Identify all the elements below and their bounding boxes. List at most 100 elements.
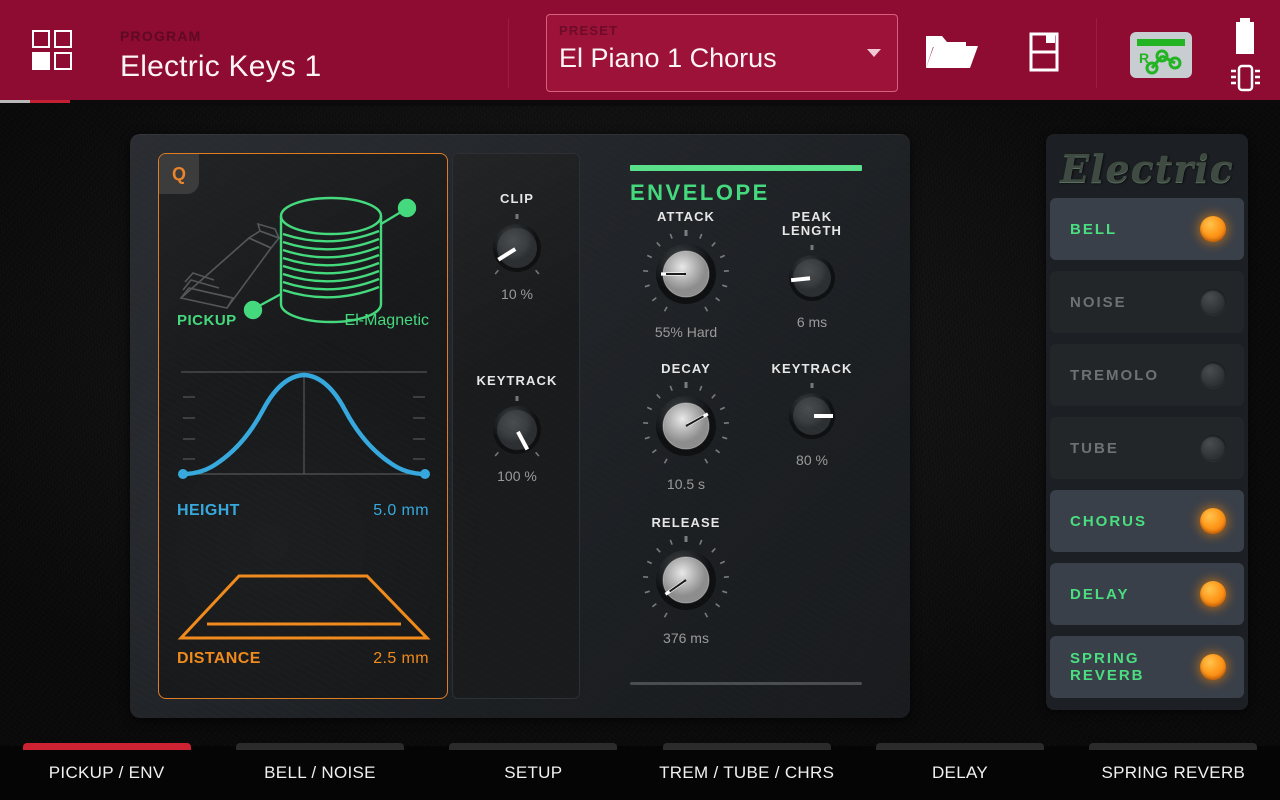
coil-pickup-icon: [243, 196, 417, 324]
floppy-disk-icon[interactable]: [1012, 28, 1074, 76]
sidebar-item-tremolo[interactable]: TREMOLO: [1050, 344, 1244, 406]
preset-selector[interactable]: PRESET El Piano 1 Chorus: [546, 14, 898, 92]
plugin-window: PROGRAM Electric Keys 1 PRESET El Piano …: [0, 0, 1280, 800]
clip-knob[interactable]: [453, 212, 581, 284]
tab-delay[interactable]: DELAY: [853, 743, 1066, 800]
decay-keytrack-knob-value: 80 %: [796, 452, 828, 468]
module-label: CHORUS: [1070, 512, 1148, 530]
pickup-value: El-Magnetic: [344, 312, 429, 329]
tab-label: TREM / TUBE / CHRS: [659, 763, 835, 782]
grid-cell: [32, 30, 50, 48]
attack-knob-label: ATTACK: [656, 209, 716, 224]
height-label: HEIGHT: [177, 502, 240, 519]
clip-knob-unit[interactable]: CLIP 10 %: [453, 192, 581, 302]
decay-keytrack-knob[interactable]: [762, 382, 862, 450]
tab-indicator: [22, 743, 191, 750]
app-header: PROGRAM Electric Keys 1 PRESET El Piano …: [0, 0, 1280, 106]
distance-shape-chart[interactable]: [177, 554, 431, 654]
sidebar-item-noise[interactable]: NOISE: [1050, 271, 1244, 333]
tab-indicator: [235, 743, 404, 750]
tab-label: SPRING REVERB: [1101, 763, 1246, 782]
decay-keytrack-knob-unit[interactable]: KEYTRACK 80 %: [762, 361, 862, 469]
grid-cell: [32, 52, 50, 70]
decay-knob-value: 10.5 s: [666, 476, 706, 492]
distance-label: DISTANCE: [177, 650, 261, 667]
bottom-tabbar: PICKUP / ENV BELL / NOISE SETUP TREM / TUBE…: [0, 743, 1280, 800]
tab-spring-reverb[interactable]: SPRING REVERB: [1067, 743, 1280, 800]
module-led-indicator[interactable]: [1200, 362, 1226, 388]
quality-badge[interactable]: Q: [159, 154, 199, 194]
height-response-chart[interactable]: [177, 366, 431, 486]
header-divider: [508, 18, 509, 88]
height-value-row: HEIGHT 5.0 mm: [159, 502, 447, 520]
decay-knob-unit[interactable]: DECAY 10.5 s: [630, 362, 742, 492]
envelope-title: ENVELOPE: [630, 180, 770, 205]
distance-value-row: DISTANCE 2.5 mm: [159, 650, 447, 668]
attack-knob-unit[interactable]: ATTACK 55% Hard: [630, 210, 742, 340]
preset-value: El Piano 1 Chorus: [559, 43, 777, 73]
tab-indicator: [449, 743, 618, 750]
attack-knob[interactable]: [630, 226, 742, 322]
routing-graph-icon[interactable]: R: [1128, 30, 1194, 80]
height-curve-svg: [178, 371, 430, 479]
module-led-indicator[interactable]: [1200, 435, 1226, 461]
brand-logo: Electric: [1060, 145, 1234, 191]
pickup-illustration: [159, 176, 447, 326]
main-panel: Q PICKUP El-Magnetic HEIGHT 5.0 mm DISTA…: [130, 134, 910, 718]
tab-pickup-env[interactable]: PICKUP / ENV: [0, 743, 213, 800]
envelope-divider: [630, 682, 862, 685]
preset-label: PRESET: [559, 23, 619, 38]
tab-label: DELAY: [931, 763, 988, 782]
module-label: TUBE: [1070, 439, 1119, 457]
sidebar-item-delay[interactable]: DELAY: [1050, 563, 1244, 625]
module-led-indicator[interactable]: [1200, 216, 1226, 242]
tab-label: SETUP: [504, 763, 563, 782]
battery-icon[interactable]: [1232, 16, 1258, 60]
sidebar-item-bell[interactable]: BELL: [1050, 198, 1244, 260]
sidebar-item-chorus[interactable]: CHORUS: [1050, 490, 1244, 552]
grid-cell: [54, 30, 72, 48]
tab-indicator: [875, 743, 1044, 750]
module-label: DELAY: [1070, 585, 1130, 603]
grid-menu-icon[interactable]: [32, 30, 72, 70]
decay-knob[interactable]: [630, 378, 742, 474]
pickup-keytrack-knob[interactable]: [453, 394, 581, 466]
module-led-indicator[interactable]: [1200, 654, 1226, 680]
tab-indicator: [662, 743, 831, 750]
tab-label: PICKUP / ENV: [48, 763, 165, 782]
tab-bell-noise[interactable]: BELL / NOISE: [213, 743, 426, 800]
sidebar-item-spring[interactable]: SPRING REVERB: [1050, 636, 1244, 698]
tab-setup[interactable]: SETUP: [427, 743, 640, 800]
sidebar-item-tube[interactable]: TUBE: [1050, 417, 1244, 479]
header-divider-2: [1096, 18, 1097, 88]
keytrack-knob-unit[interactable]: KEYTRACK 100 %: [453, 374, 581, 485]
height-value: 5.0 mm: [373, 502, 429, 519]
clip-knob-value: 10 %: [501, 286, 533, 302]
distance-value: 2.5 mm: [373, 650, 429, 667]
tab-trem-tube-chrs[interactable]: TREM / TUBE / CHRS: [640, 743, 853, 800]
attack-knob-value: 55% Hard: [654, 324, 718, 340]
module-led-indicator[interactable]: [1200, 508, 1226, 534]
peak-length-knob-label-2: LENGTH: [781, 223, 843, 238]
release-knob-unit[interactable]: RELEASE 376 ms: [630, 516, 742, 646]
module-label: BELL: [1070, 220, 1118, 238]
underline-segment-gray: [0, 100, 30, 103]
tine-bar-icon: [179, 222, 281, 309]
module-led-indicator[interactable]: [1200, 289, 1226, 315]
peak-length-knob-unit[interactable]: PEAK LENGTH 6 ms: [762, 210, 862, 331]
keytrack-knob-value: 100 %: [497, 468, 537, 484]
clip-knob-label: CLIP: [499, 191, 534, 206]
pickup-label: PICKUP: [177, 312, 237, 329]
release-knob[interactable]: [630, 532, 742, 628]
folder-open-icon[interactable]: [920, 28, 982, 76]
module-label: SPRING REVERB: [1070, 650, 1145, 684]
pickup-panel[interactable]: Q PICKUP El-Magnetic HEIGHT 5.0 mm DISTA…: [158, 153, 448, 699]
peak-length-knob-value: 6 ms: [796, 314, 828, 330]
module-led-indicator[interactable]: [1200, 581, 1226, 607]
decay-keytrack-knob-label: KEYTRACK: [771, 361, 853, 376]
module-label: TREMOLO: [1070, 366, 1159, 384]
program-name[interactable]: Electric Keys 1: [120, 50, 321, 84]
memory-chip-icon[interactable]: [1228, 62, 1262, 94]
peak-length-knob[interactable]: [762, 244, 862, 312]
module-sidebar: Electric BELL NOISE TREMOLO TUBE CHORUS DELAY…: [1046, 134, 1248, 710]
